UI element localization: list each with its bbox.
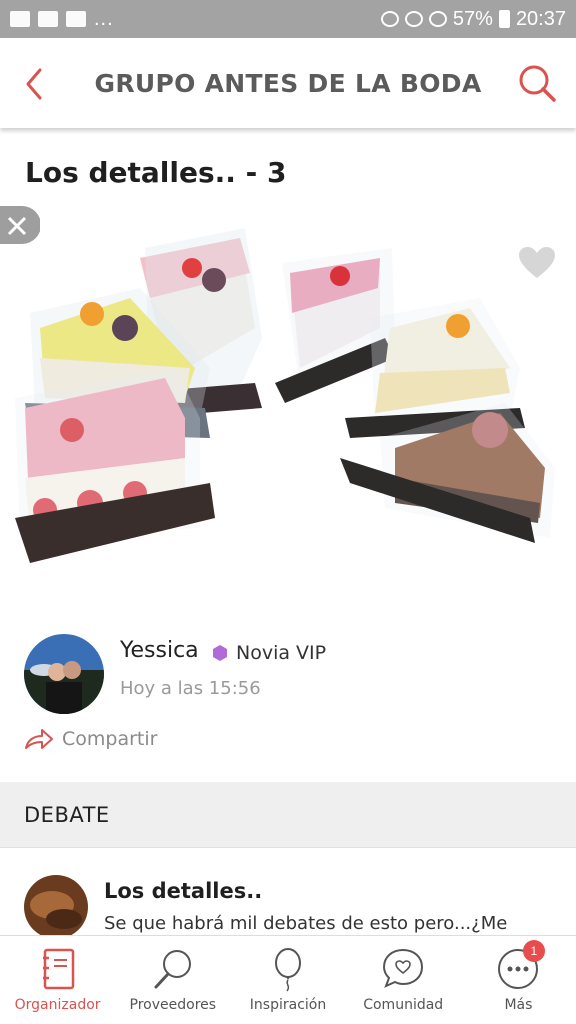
list-item[interactable]: Los detalles.. Se que habrá mil debates … bbox=[0, 849, 576, 935]
nav-label: Inspiración bbox=[249, 997, 327, 1013]
share-label: Compartir bbox=[62, 728, 158, 750]
notification-badge: 1 bbox=[522, 940, 545, 962]
author-name[interactable]: Yessica bbox=[120, 638, 199, 663]
page-title: GRUPO ANTES DE LA BODA bbox=[94, 68, 482, 98]
bottom-navigation: Organizador Proveedores Inspiración Comu… bbox=[0, 935, 576, 1024]
nav-item-comunidad[interactable]: Comunidad bbox=[346, 936, 461, 1024]
battery-icon bbox=[498, 10, 510, 28]
wifi-icon bbox=[428, 11, 447, 27]
nav-item-proveedores[interactable]: Proveedores bbox=[115, 936, 230, 1024]
debate-label: DEBATE bbox=[24, 802, 110, 827]
nav-item-inspiracion[interactable]: Inspiración bbox=[230, 936, 345, 1024]
vip-badge: Novia VIP bbox=[212, 642, 326, 664]
favorite-button[interactable] bbox=[518, 246, 556, 280]
mail-icon bbox=[66, 11, 86, 27]
nav-label: Proveedores bbox=[129, 997, 217, 1013]
notebook-icon bbox=[42, 948, 74, 990]
status-bar: ... 57% 20:37 bbox=[0, 0, 576, 38]
more-notifications: ... bbox=[94, 7, 114, 30]
heart-icon bbox=[519, 247, 555, 278]
nav-label: Comunidad bbox=[363, 997, 444, 1013]
chevron-left-icon bbox=[26, 68, 42, 100]
battery-level: 57% bbox=[452, 7, 493, 30]
nav-label: Más bbox=[504, 997, 533, 1013]
hexagon-icon bbox=[213, 645, 227, 661]
vip-label: Novia VIP bbox=[236, 642, 327, 664]
debate-section-header: DEBATE bbox=[0, 782, 576, 848]
search-icon bbox=[519, 65, 556, 102]
app-header: GRUPO ANTES DE LA BODA bbox=[0, 38, 576, 128]
post-timestamp: Hoy a las 15:56 bbox=[120, 678, 261, 699]
search-button[interactable] bbox=[516, 62, 558, 104]
gallery-icon bbox=[10, 11, 30, 27]
clock: 20:37 bbox=[515, 7, 566, 30]
nav-item-organizador[interactable]: Organizador bbox=[0, 936, 115, 1024]
share-icon bbox=[25, 729, 53, 749]
nav-item-mas[interactable]: 1 Más bbox=[461, 936, 576, 1024]
post-title: Los detalles.. - 3 bbox=[25, 156, 287, 189]
thread-title: Los detalles.. bbox=[104, 879, 263, 903]
thread-snippet: Se que habrá mil debates de esto pero...… bbox=[104, 913, 508, 934]
mute-icon bbox=[380, 11, 399, 27]
magnifier-icon bbox=[154, 950, 191, 989]
balloon-icon bbox=[275, 948, 301, 992]
chat-heart-icon bbox=[383, 948, 424, 988]
alarm-icon bbox=[404, 11, 423, 27]
download-icon bbox=[38, 11, 58, 27]
avatar[interactable] bbox=[24, 634, 104, 714]
post-image[interactable] bbox=[0, 218, 576, 598]
back-button[interactable] bbox=[18, 64, 54, 104]
thread-avatar bbox=[24, 875, 88, 935]
nav-label: Organizador bbox=[14, 997, 101, 1013]
share-button[interactable]: Compartir bbox=[24, 728, 157, 750]
cake-slice-pink-front bbox=[15, 368, 215, 563]
